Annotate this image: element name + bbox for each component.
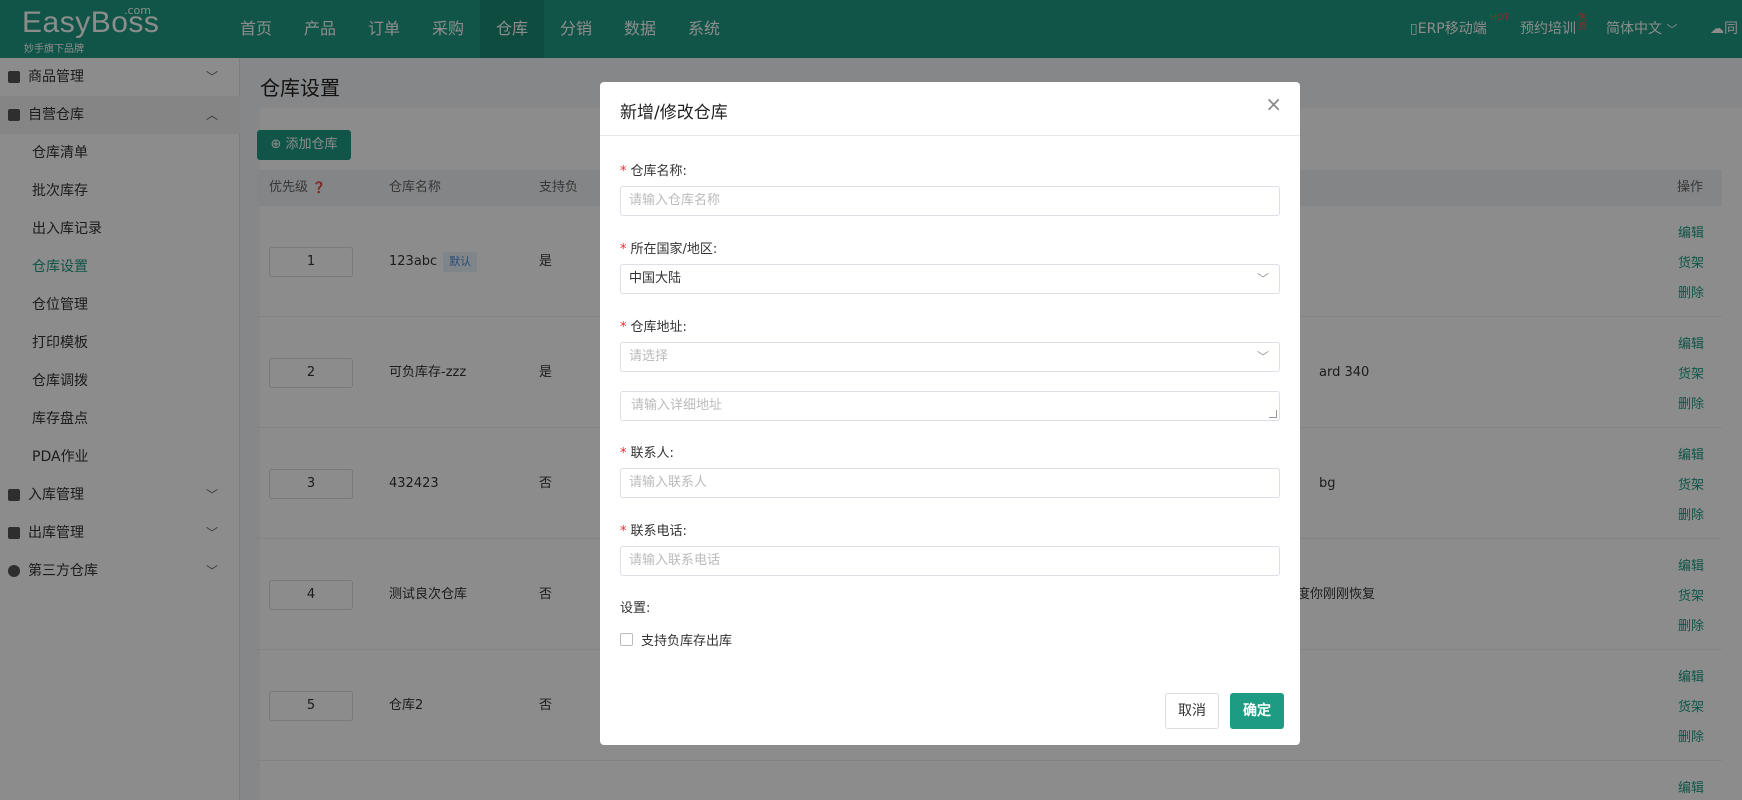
address-label: * 仓库地址: xyxy=(620,320,687,335)
contact-input[interactable]: 请输入联系人 xyxy=(620,468,1280,498)
warehouse-name-label: * 仓库名称: xyxy=(620,164,687,179)
dialog-header: 新增/修改仓库 × xyxy=(600,82,1300,136)
country-label: * 所在国家/地区: xyxy=(620,242,718,257)
chevron-down-icon: ﹀ xyxy=(1256,272,1269,286)
address-detail-placeholder: 请输入详细地址 xyxy=(631,398,723,413)
country-select[interactable]: 中国大陆 ﹀ xyxy=(620,264,1280,294)
close-icon[interactable]: × xyxy=(1265,94,1282,114)
contact-label: * 联系人: xyxy=(620,446,674,461)
cancel-button[interactable]: 取消 xyxy=(1165,693,1219,729)
confirm-button[interactable]: 确定 xyxy=(1230,693,1284,729)
country-value: 中国大陆 xyxy=(629,271,682,286)
dialog-title: 新增/修改仓库 xyxy=(620,103,728,123)
chevron-down-icon: ﹀ xyxy=(1256,350,1269,364)
resize-handle-icon[interactable] xyxy=(1269,410,1277,418)
address-region-select[interactable]: 请选择 ﹀ xyxy=(620,342,1280,372)
phone-input[interactable]: 请输入联系电话 xyxy=(620,546,1280,576)
warehouse-name-input[interactable]: 请输入仓库名称 xyxy=(620,186,1280,216)
address-region-placeholder: 请选择 xyxy=(629,349,669,364)
negative-stock-checkbox-label[interactable]: 支持负库存出库 xyxy=(641,630,732,649)
address-detail-textarea[interactable]: 请输入详细地址 xyxy=(620,391,1280,421)
warehouse-edit-dialog: 新增/修改仓库 × * 仓库名称: 请输入仓库名称 * 所在国家/地区: 中国大陆 … xyxy=(600,82,1300,745)
negative-stock-checkbox[interactable] xyxy=(620,633,633,646)
settings-label: 设置: xyxy=(620,601,651,616)
phone-label: * 联系电话: xyxy=(620,524,687,539)
